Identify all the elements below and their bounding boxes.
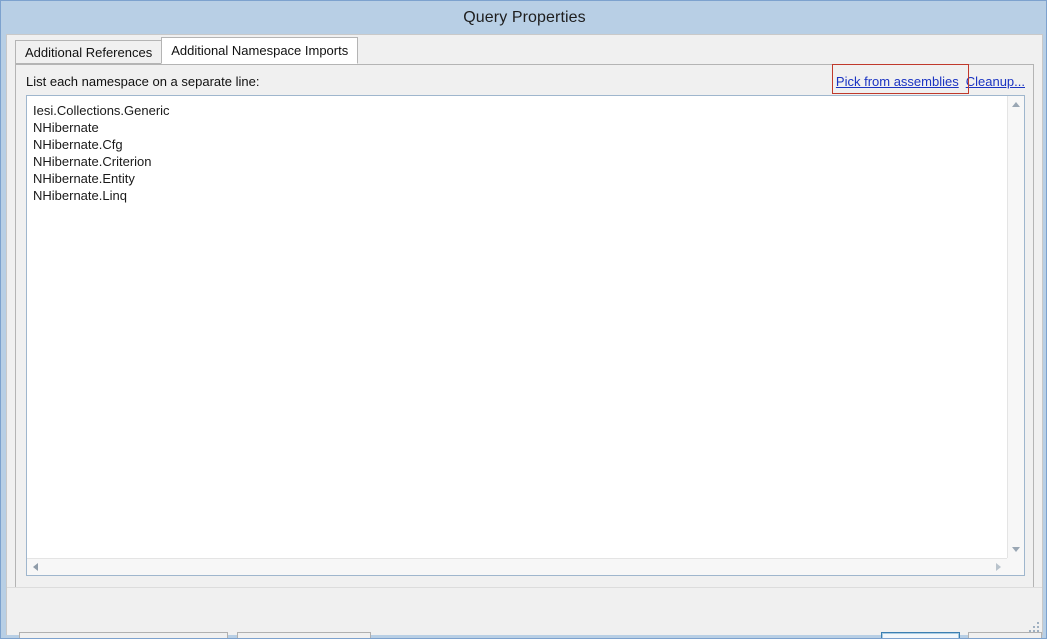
editor-horizontal-scrollbar[interactable] — [27, 558, 1007, 575]
dialog-client-area: Additional References Additional Namespa… — [6, 34, 1043, 638]
scrollbar-corner — [1007, 558, 1024, 575]
query-properties-dialog: Query Properties Additional References A… — [0, 0, 1047, 639]
tab-page-namespace-imports: List each namespace on a separate line: … — [15, 64, 1034, 604]
editor-vertical-scrollbar[interactable] — [1007, 96, 1024, 558]
pick-from-assemblies-link[interactable]: Pick from assemblies — [836, 74, 959, 89]
arrow-left-glyph — [33, 563, 38, 571]
set-as-default-button[interactable]: Set as default for new queries — [19, 632, 228, 638]
save-as-snippet-button[interactable]: Save as snippet... — [237, 632, 371, 638]
scroll-up-arrow-icon[interactable] — [1008, 96, 1024, 113]
cleanup-link[interactable]: Cleanup... — [966, 74, 1025, 89]
button-bar: Set as default for new queries Save as s… — [7, 588, 1042, 638]
arrow-right-glyph — [996, 563, 1001, 571]
cancel-button[interactable]: Cancel — [968, 632, 1042, 638]
ok-button[interactable]: OK — [881, 632, 960, 638]
namespace-hint-label: List each namespace on a separate line: — [26, 74, 260, 89]
window-title: Query Properties — [463, 8, 586, 26]
scroll-left-arrow-icon[interactable] — [27, 559, 44, 575]
tab-additional-references[interactable]: Additional References — [15, 40, 163, 64]
title-bar: Query Properties — [1, 1, 1046, 34]
arrow-up-glyph — [1012, 102, 1020, 107]
namespace-editor[interactable]: Iesi.Collections.Generic NHibernate NHib… — [26, 95, 1025, 576]
tab-strip: Additional References Additional Namespa… — [15, 37, 359, 64]
tab-additional-namespace-imports[interactable]: Additional Namespace Imports — [161, 37, 359, 64]
resize-grip-icon[interactable] — [1027, 620, 1039, 632]
panel-links: Pick from assemblies Cleanup... — [836, 74, 1025, 89]
namespace-editor-text[interactable]: Iesi.Collections.Generic NHibernate NHib… — [27, 96, 1006, 557]
scroll-right-arrow-icon[interactable] — [990, 559, 1007, 575]
scroll-down-arrow-icon[interactable] — [1008, 541, 1024, 558]
tab-additional-namespace-imports-label: Additional Namespace Imports — [171, 43, 349, 58]
arrow-down-glyph — [1012, 547, 1020, 552]
tab-additional-references-label: Additional References — [25, 45, 153, 60]
